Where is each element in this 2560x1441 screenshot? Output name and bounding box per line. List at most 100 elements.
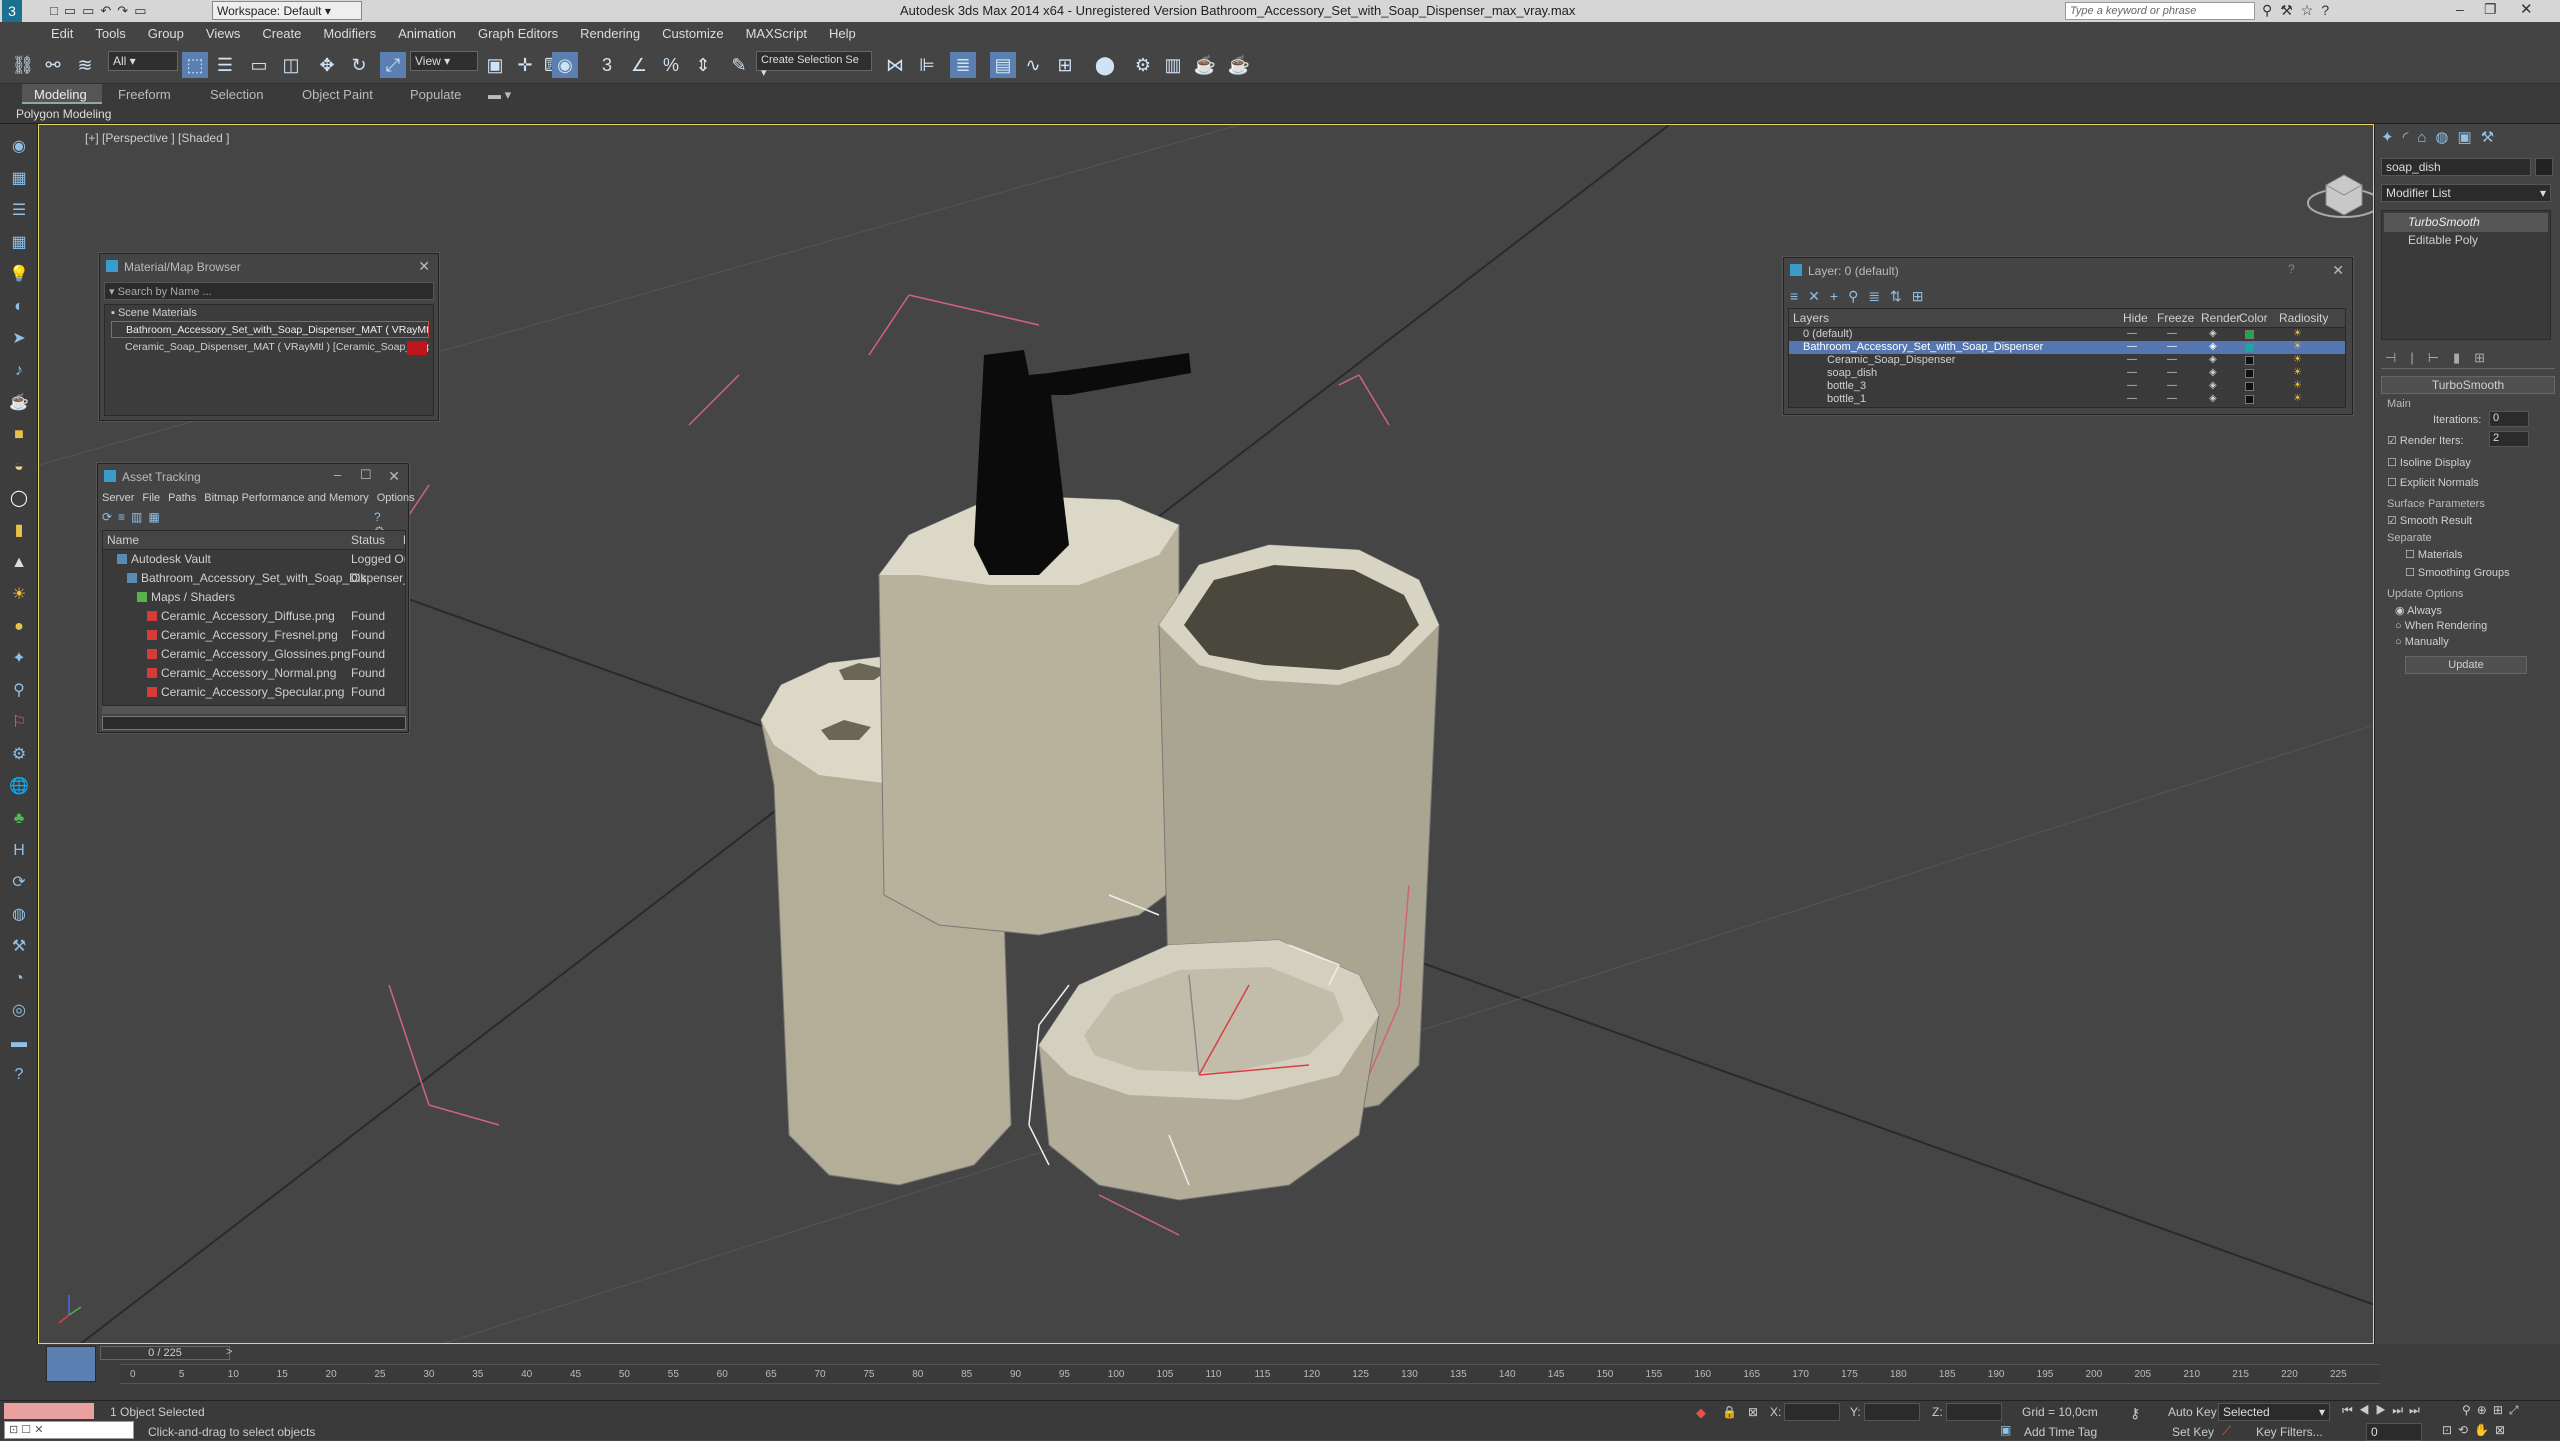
helper-icon[interactable]: ⚲ — [8, 680, 30, 702]
key-icon[interactable]: ⚷ — [2130, 1405, 2140, 1422]
bind-spacewarp-icon[interactable]: ≋ — [72, 52, 98, 78]
time-slider-thumb[interactable] — [46, 1346, 96, 1382]
selection-lock-icon[interactable]: ◆ — [1696, 1405, 1706, 1421]
col-name[interactable]: Name — [107, 533, 139, 547]
render-setup-icon[interactable]: ⚙ — [1130, 52, 1156, 78]
sound-icon[interactable]: ♪ — [8, 360, 30, 382]
smoothing-groups-check[interactable]: ☐ Smoothing Groups — [2405, 566, 2510, 579]
percent-snap-icon[interactable]: % — [658, 52, 684, 78]
globe-icon[interactable]: 🌐 — [8, 776, 30, 798]
asset-menu-server[interactable]: Server — [102, 492, 134, 504]
asset-row[interactable]: Ceramic_Accessory_Normal.png Found — [103, 664, 405, 683]
layer-freeze-toggle[interactable]: — — [2167, 328, 2177, 339]
close-button[interactable]: ✕ — [2520, 0, 2533, 18]
restore-button[interactable]: ❐ — [2484, 1, 2497, 18]
arrow-icon[interactable]: ➤ — [8, 328, 30, 350]
asset-menu-file[interactable]: File — [142, 492, 160, 504]
select-by-name-icon[interactable]: ☰ — [212, 52, 238, 78]
layer-radiosity-icon[interactable]: ☀ — [2293, 354, 2302, 365]
viewport-nav-controls-2[interactable]: ⊡⟲✋⊠ — [2442, 1423, 2511, 1437]
layer-freeze-toggle[interactable]: — — [2167, 354, 2177, 365]
stack-item-turbosmooth[interactable]: TurboSmooth — [2384, 213, 2548, 232]
maxscript-listener-mini[interactable] — [4, 1403, 94, 1419]
turbosmooth-rollout[interactable]: TurboSmooth — [2381, 376, 2555, 394]
layer-radiosity-icon[interactable]: ☀ — [2293, 328, 2302, 339]
infocenter-icons[interactable]: ⚲⚒☆? — [2262, 2, 2337, 19]
stack-tools[interactable]: ⊣|⊢▮⊞ — [2385, 350, 2499, 366]
frame-counter[interactable]: 0 / 225 — [100, 1346, 230, 1360]
layer-freeze-toggle[interactable]: — — [2167, 393, 2177, 404]
layer-render-icon[interactable]: ◈ — [2209, 380, 2217, 391]
layer-col-layers[interactable]: Layers — [1793, 311, 1829, 325]
time-tag-icon[interactable]: ▣ — [2000, 1423, 2011, 1437]
set-key-button[interactable]: Set Key — [2172, 1425, 2214, 1439]
rendered-frame-icon[interactable]: ▥ — [1160, 52, 1186, 78]
layer-hide-toggle[interactable]: — — [2127, 367, 2137, 378]
scene-explorer-icon[interactable]: ▦ — [8, 168, 30, 190]
ribbon-options-icon[interactable]: ▬ ▾ — [488, 87, 511, 103]
asset-scrollbar[interactable] — [102, 706, 406, 714]
select-object-icon[interactable]: ⬚ — [182, 52, 208, 78]
layer-radiosity-icon[interactable]: ☀ — [2293, 367, 2302, 378]
menu-graph-editors[interactable]: Graph Editors — [467, 22, 569, 41]
layer-col-color[interactable]: Color — [2239, 311, 2268, 325]
grid-icon[interactable]: ▦ — [8, 232, 30, 254]
object-color-swatch[interactable] — [2535, 158, 2553, 176]
layer-row[interactable]: bottle_1 — — ◈ ☀ — [1789, 393, 2345, 406]
curve-editor-icon[interactable]: ∿ — [1020, 52, 1046, 78]
layer-toolbar[interactable]: ≡✕+⚲≣⇅⊞ — [1790, 288, 1934, 305]
layer-row[interactable]: Bathroom_Accessory_Set_with_Soap_Dispens… — [1789, 341, 2345, 354]
menu-tools[interactable]: Tools — [84, 22, 136, 41]
layer-color-swatch[interactable] — [2245, 382, 2254, 391]
window-crossing-icon[interactable]: ◫ — [278, 52, 304, 78]
material-editor-icon[interactable]: ⬤ — [1092, 52, 1118, 78]
material-item[interactable]: Ceramic_Soap_Dispenser_MAT ( VRayMtl ) [… — [111, 339, 429, 356]
trash-icon[interactable]: ▬ — [8, 1032, 30, 1054]
teapot-icon[interactable]: ☕ — [8, 392, 30, 414]
quick-access-icons[interactable]: □▭▭↶↷▭ — [50, 3, 153, 19]
named-selection-set-dropdown[interactable]: Create Selection Se ▾ — [756, 51, 872, 79]
key-filters-button[interactable]: Key Filters... — [2256, 1425, 2323, 1439]
add-time-tag[interactable]: Add Time Tag — [2024, 1425, 2097, 1439]
scene-materials-header[interactable]: ▪ Scene Materials — [111, 307, 197, 319]
asset-tracking-minimize[interactable]: – — [334, 467, 341, 482]
layer-row[interactable]: 0 (default) — — ◈ ☀ — [1789, 328, 2345, 341]
layer-hide-toggle[interactable]: — — [2127, 328, 2137, 339]
layer-row[interactable]: Bathroom_Accessory_Set_with_Soap_Dispens… — [1789, 406, 2345, 407]
layer-freeze-toggle[interactable]: — — [2167, 367, 2177, 378]
perspective-viewport[interactable]: [+] [Perspective ] [Shaded ] Material/Ma… — [38, 124, 2374, 1344]
help-icon[interactable]: ? — [8, 1064, 30, 1086]
rotate-icon[interactable]: ↻ — [346, 52, 372, 78]
asset-toolbar[interactable]: ⟳≡▥▦ ?⚙ — [102, 510, 402, 538]
edit-named-selection-icon[interactable]: ✎ — [726, 52, 752, 78]
when-rendering-radio[interactable]: ○ When Rendering — [2395, 620, 2487, 632]
material-browser-header[interactable]: Material/Map Browser — [100, 254, 438, 280]
lock-icon[interactable]: 🔒 — [1722, 1405, 1737, 1419]
snap-toggle-icon[interactable]: ◉ — [552, 52, 578, 78]
layer-color-swatch[interactable] — [2245, 395, 2254, 404]
layer-manager-header[interactable]: Layer: 0 (default) — [1784, 258, 2352, 284]
menu-help[interactable]: Help — [818, 22, 867, 41]
layer-render-icon[interactable]: ◈ — [2209, 341, 2217, 352]
menu-group[interactable]: Group — [137, 22, 195, 41]
maxscript-mini-input[interactable]: ⊡ ☐ ✕ — [4, 1421, 134, 1439]
isoline-display-check[interactable]: ☐ Isoline Display — [2387, 456, 2471, 469]
auto-key-button[interactable]: Auto Key — [2168, 1405, 2217, 1419]
col-p[interactable]: P — [403, 533, 405, 547]
material-item[interactable]: Bathroom_Accessory_Set_with_Soap_Dispens… — [111, 321, 429, 338]
layer-radiosity-icon[interactable]: ☀ — [2293, 393, 2302, 404]
select-manipulate-icon[interactable]: ✛ — [512, 52, 538, 78]
asset-tracking-maximize[interactable]: ☐ — [360, 467, 372, 483]
app-logo-icon[interactable]: 3 — [2, 0, 22, 22]
menu-maxscript[interactable]: MAXScript — [735, 22, 818, 41]
help-search-input[interactable]: Type a keyword or phrase — [2065, 2, 2255, 20]
omni-light-icon[interactable]: ● — [8, 616, 30, 638]
layer-hide-toggle[interactable]: — — [2127, 393, 2137, 404]
move-icon[interactable]: ✥ — [314, 52, 340, 78]
box-icon[interactable]: ■ — [8, 424, 30, 446]
asset-menu-bitmap[interactable]: Bitmap Performance and Memory — [204, 492, 368, 504]
layer-hide-toggle[interactable]: — — [2127, 341, 2137, 352]
layer-hide-toggle[interactable]: — — [2127, 406, 2137, 407]
asset-path-field[interactable] — [102, 716, 406, 730]
manually-radio[interactable]: ○ Manually — [2395, 636, 2449, 648]
